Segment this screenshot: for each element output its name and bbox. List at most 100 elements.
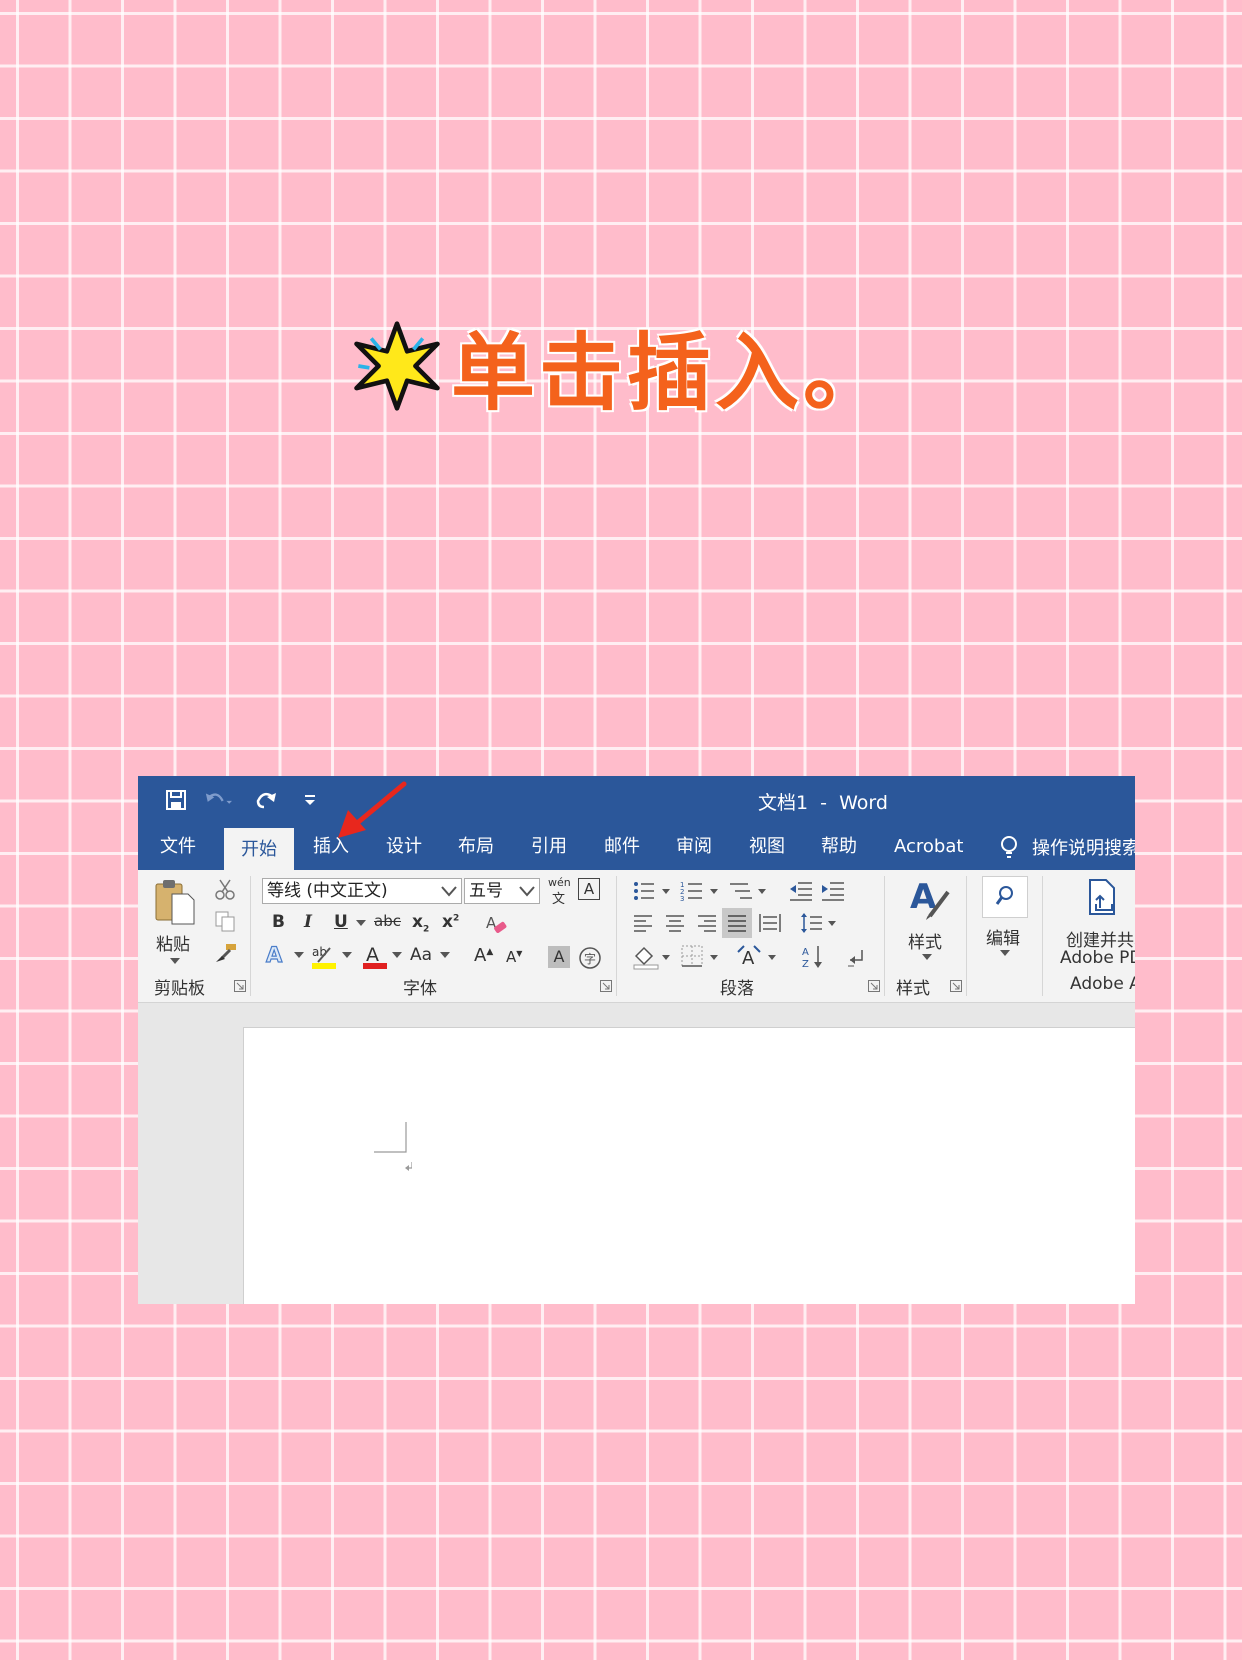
- paragraph-launcher-icon[interactable]: [868, 980, 880, 992]
- word-window: 文档1 - Word 文件 开始 插入 设计 布局 引用 邮件 审阅 视图 帮助…: [138, 776, 1135, 1304]
- tab-file[interactable]: 文件: [160, 824, 196, 870]
- underline-dropdown-icon[interactable]: [356, 920, 366, 928]
- align-center-icon[interactable]: [664, 912, 686, 934]
- tab-acrobat[interactable]: Acrobat: [894, 824, 963, 870]
- italic-button[interactable]: I: [304, 912, 312, 932]
- font-size-value: 五号: [469, 881, 503, 901]
- paragraph-group-label: 段落: [720, 979, 754, 999]
- change-case-dropdown-icon[interactable]: [440, 952, 450, 960]
- undo-icon[interactable]: [204, 786, 232, 814]
- distributed-icon[interactable]: [758, 912, 782, 934]
- styles-label: 样式: [908, 933, 942, 953]
- increase-indent-icon[interactable]: [820, 880, 846, 902]
- sort-icon[interactable]: AZ: [800, 944, 826, 970]
- editing-button[interactable]: 编辑: [976, 874, 1036, 970]
- phonetic-guide-button[interactable]: wén 文: [546, 876, 572, 907]
- shading-icon[interactable]: [632, 944, 674, 970]
- font-name-combo[interactable]: 等线 (中文正文): [262, 878, 462, 904]
- justify-button[interactable]: [722, 908, 752, 938]
- group-separator: [616, 876, 617, 996]
- document-title: 文档1 - Word: [758, 792, 888, 814]
- create-pdf-icon: [1089, 879, 1115, 915]
- redo-icon[interactable]: [252, 786, 280, 814]
- font-color-dropdown-icon[interactable]: [392, 952, 402, 960]
- sparkle-star-icon: [354, 321, 440, 411]
- red-arrow-icon: [338, 781, 407, 838]
- justify-icon: [728, 915, 746, 932]
- subscript-button[interactable]: x2: [412, 912, 429, 934]
- margin-corner-mark: [374, 1122, 412, 1171]
- font-size-combo[interactable]: 五号: [464, 878, 540, 904]
- document-page[interactable]: [243, 1027, 1135, 1304]
- paste-button[interactable]: 粘贴: [152, 878, 200, 968]
- save-icon[interactable]: [162, 786, 190, 814]
- tab-view[interactable]: 视图: [749, 824, 785, 870]
- character-shading-button[interactable]: A: [548, 946, 570, 968]
- clear-formatting-icon[interactable]: A: [484, 912, 508, 936]
- create-share-adobe-pdf-button[interactable]: 创建并共享 Adobe PDF: [1052, 874, 1135, 970]
- line-spacing-icon[interactable]: [800, 912, 840, 934]
- bullets-icon[interactable]: [632, 880, 678, 902]
- styles-button[interactable]: A 样式: [894, 874, 958, 970]
- bold-button[interactable]: B: [272, 912, 285, 932]
- group-separator: [250, 876, 251, 996]
- ribbon-tabs: 文件 开始 插入 设计 布局 引用 邮件 审阅 视图 帮助 Acrobat 操作…: [138, 824, 1135, 870]
- group-separator: [884, 876, 885, 996]
- adobe-group-label: Adobe Acrobat: [1070, 974, 1135, 994]
- tab-help[interactable]: 帮助: [821, 824, 857, 870]
- tell-me-search[interactable]: 操作说明搜索: [998, 824, 1135, 870]
- shrink-font-button[interactable]: A▼: [506, 948, 522, 966]
- numbering-icon[interactable]: 123: [680, 880, 726, 902]
- highlight-icon[interactable]: ab: [310, 942, 338, 970]
- character-border-button[interactable]: A: [578, 878, 600, 900]
- find-icon: [995, 886, 1013, 905]
- tab-layout[interactable]: 布局: [458, 824, 494, 870]
- adobe-label-line2: Adobe PDF: [1060, 948, 1135, 968]
- asian-layout-icon[interactable]: A: [736, 944, 780, 970]
- copy-icon[interactable]: [214, 910, 236, 932]
- grow-font-button[interactable]: A▲: [474, 945, 493, 966]
- lightbulb-icon: [1001, 836, 1017, 858]
- strikethrough-button[interactable]: abc: [374, 912, 401, 930]
- tab-home[interactable]: 开始: [224, 828, 294, 870]
- svg-text:A: A: [366, 944, 379, 966]
- borders-icon[interactable]: [680, 944, 722, 970]
- cut-icon[interactable]: [214, 878, 236, 900]
- decrease-indent-icon[interactable]: [788, 880, 814, 902]
- show-paragraph-marks-icon[interactable]: [846, 946, 868, 968]
- chevron-down-icon: [441, 886, 457, 897]
- tab-mailings[interactable]: 邮件: [604, 824, 640, 870]
- group-separator: [966, 876, 967, 996]
- tab-review[interactable]: 审阅: [676, 824, 712, 870]
- enclose-characters-icon[interactable]: 字: [578, 946, 602, 970]
- customize-qat-icon[interactable]: [296, 786, 324, 814]
- font-color-icon[interactable]: A: [362, 942, 388, 970]
- highlight-dropdown-icon[interactable]: [342, 952, 352, 960]
- align-left-icon[interactable]: [632, 912, 654, 934]
- multilevel-list-icon[interactable]: [728, 880, 774, 902]
- svg-text:Z: Z: [802, 959, 809, 970]
- superscript-button[interactable]: x2: [442, 912, 459, 932]
- wen-sub-label: 文: [552, 892, 566, 907]
- paste-label: 粘贴: [156, 935, 190, 955]
- tell-me-label: 操作说明搜索: [1032, 838, 1135, 859]
- font-name-value: 等线 (中文正文): [267, 881, 388, 901]
- svg-text:A: A: [742, 948, 755, 969]
- paste-icon: [155, 880, 195, 925]
- align-right-icon[interactable]: [696, 912, 718, 934]
- heading-text: 单击插入。: [450, 323, 891, 422]
- svg-text:3: 3: [680, 895, 684, 902]
- styles-icon: A: [910, 877, 950, 920]
- styles-launcher-icon[interactable]: [950, 980, 962, 992]
- tab-references[interactable]: 引用: [531, 824, 567, 870]
- svg-text:字: 字: [584, 951, 596, 966]
- format-painter-icon[interactable]: [214, 942, 238, 964]
- text-effects-dropdown-icon[interactable]: [294, 952, 304, 960]
- change-case-button[interactable]: Aa: [410, 945, 432, 965]
- font-launcher-icon[interactable]: [600, 980, 612, 992]
- chevron-down-icon: [519, 886, 535, 897]
- clipboard-launcher-icon[interactable]: [234, 980, 246, 992]
- text-effects-icon[interactable]: A: [264, 942, 288, 968]
- styles-group-label: 样式: [896, 979, 930, 999]
- underline-button[interactable]: U: [334, 912, 348, 932]
